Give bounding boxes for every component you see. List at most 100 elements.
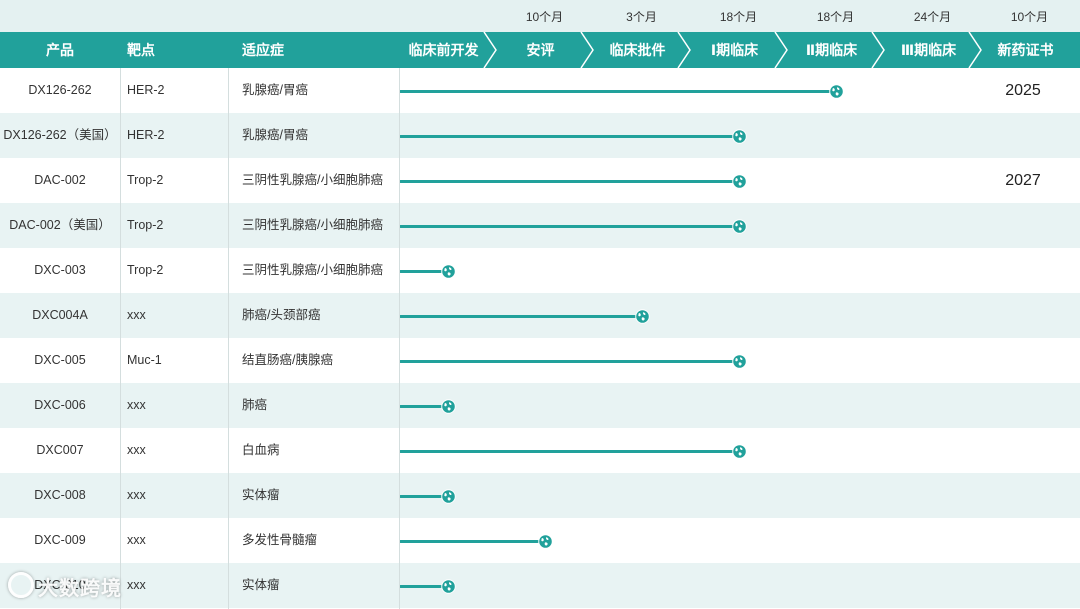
cell-approval-year: 2025 bbox=[1005, 82, 1041, 99]
header-phase-1: 安评 bbox=[526, 42, 555, 58]
phase-duration-6: 10个月 bbox=[1010, 10, 1049, 24]
cell-product: DAC-002 bbox=[34, 173, 86, 187]
cell-target: xxx bbox=[127, 533, 146, 547]
phase-duration-1: 10个月 bbox=[525, 10, 564, 24]
table-row: DXC-006 xxx 肺癌 bbox=[0, 383, 1080, 428]
phase-duration-3: 18个月 bbox=[719, 10, 758, 24]
cell-indication: 三阴性乳腺癌/小细胞肺癌 bbox=[242, 173, 383, 187]
progress-bar bbox=[399, 269, 442, 273]
table-row: DAC-002 Trop-2 三阴性乳腺癌/小细胞肺癌 2027 bbox=[0, 158, 1080, 203]
progress-bar bbox=[399, 449, 733, 453]
globe-icon bbox=[440, 488, 456, 504]
cell-approval-year: 2027 bbox=[1005, 172, 1041, 189]
globe-icon bbox=[731, 443, 747, 459]
cell-approval-year bbox=[1003, 293, 1043, 338]
cell-target: Muc-1 bbox=[127, 353, 162, 367]
cell-indication: 乳腺癌/胃癌 bbox=[242, 83, 308, 97]
cell-approval-year bbox=[1003, 563, 1043, 608]
phase-divider-2 bbox=[580, 32, 594, 68]
cell-product: DXC007 bbox=[36, 443, 84, 457]
header-phase-4: Ⅱ期临床 bbox=[805, 42, 858, 58]
header-phase-3: Ⅰ期临床 bbox=[710, 42, 759, 58]
cell-indication: 多发性骨髓瘤 bbox=[242, 533, 318, 547]
cell-target: xxx bbox=[127, 578, 146, 592]
cell-indication: 三阴性乳腺癌/小细胞肺癌 bbox=[242, 218, 383, 232]
progress-bar bbox=[399, 89, 830, 93]
globe-icon bbox=[731, 353, 747, 369]
cell-product: DX126-262（美国） bbox=[3, 128, 117, 142]
table-row: DXC-005 Muc-1 结直肠癌/胰腺癌 bbox=[0, 338, 1080, 383]
phase-divider-3 bbox=[677, 32, 691, 68]
cell-indication: 实体瘤 bbox=[242, 578, 280, 592]
globe-icon bbox=[440, 578, 456, 594]
globe-icon bbox=[731, 173, 747, 189]
progress-bar bbox=[399, 224, 733, 228]
globe-icon bbox=[731, 128, 747, 144]
cell-target: HER-2 bbox=[127, 83, 165, 97]
progress-bar bbox=[399, 404, 442, 408]
cell-product: DXC-003 bbox=[34, 263, 86, 277]
header-phase-2: 临床批件 bbox=[609, 42, 666, 58]
globe-icon bbox=[440, 263, 456, 279]
progress-bar bbox=[399, 314, 636, 318]
header-phase-0: 临床前开发 bbox=[408, 42, 479, 58]
cell-indication: 三阴性乳腺癌/小细胞肺癌 bbox=[242, 263, 383, 277]
cell-indication: 结直肠癌/胰腺癌 bbox=[242, 353, 333, 367]
cell-indication: 实体瘤 bbox=[242, 488, 280, 502]
column-divider bbox=[120, 68, 121, 609]
phase-duration-4: 18个月 bbox=[816, 10, 855, 24]
cell-target: xxx bbox=[127, 398, 146, 412]
cell-target: xxx bbox=[127, 443, 146, 457]
table-row: DXC-008 xxx 实体瘤 bbox=[0, 473, 1080, 518]
phase-divider-4 bbox=[774, 32, 788, 68]
table-row: DXC-010 xxx 实体瘤 bbox=[0, 563, 1080, 608]
cell-indication: 乳腺癌/胃癌 bbox=[242, 128, 308, 142]
cell-target: HER-2 bbox=[127, 128, 165, 142]
progress-bar bbox=[399, 179, 733, 183]
phase-divider-1 bbox=[483, 32, 497, 68]
phase-duration-row: 10个月 3个月 18个月 18个月 24个月 10个月 bbox=[0, 0, 1080, 32]
table-row: DXC-009 xxx 多发性骨髓瘤 bbox=[0, 518, 1080, 563]
logo-icon bbox=[8, 572, 34, 598]
cell-approval-year bbox=[1003, 113, 1043, 158]
watermark-text: 大数跨境 bbox=[38, 578, 122, 600]
table-row: DX126-262（美国） HER-2 乳腺癌/胃癌 bbox=[0, 113, 1080, 158]
table-row: DX126-262 HER-2 乳腺癌/胃癌 2025 bbox=[0, 68, 1080, 113]
header-phase-6: 新药证书 bbox=[997, 42, 1054, 58]
watermark: 大数跨境 bbox=[8, 572, 122, 601]
cell-target: xxx bbox=[127, 308, 146, 322]
progress-bar bbox=[399, 494, 442, 498]
table-row: DAC-002（美国） Trop-2 三阴性乳腺癌/小细胞肺癌 bbox=[0, 203, 1080, 248]
cell-indication: 肺癌/头颈部癌 bbox=[242, 308, 321, 322]
globe-icon bbox=[440, 398, 456, 414]
globe-icon bbox=[828, 83, 844, 99]
globe-icon bbox=[634, 308, 650, 324]
phase-divider-6 bbox=[968, 32, 982, 68]
cell-approval-year bbox=[1003, 383, 1043, 428]
globe-icon bbox=[537, 533, 553, 549]
column-divider bbox=[228, 68, 229, 609]
cell-target: Trop-2 bbox=[127, 218, 164, 232]
cell-approval-year bbox=[1003, 203, 1043, 248]
column-divider bbox=[399, 68, 400, 609]
cell-product: DXC-009 bbox=[34, 533, 86, 547]
cell-approval-year bbox=[1003, 428, 1043, 473]
cell-approval-year bbox=[1003, 473, 1043, 518]
progress-bar bbox=[399, 584, 442, 588]
progress-bar bbox=[399, 134, 733, 138]
cell-product: DXC-008 bbox=[34, 488, 86, 502]
cell-approval-year bbox=[1003, 248, 1043, 293]
cell-product: DAC-002（美国） bbox=[9, 218, 111, 232]
cell-indication: 白血病 bbox=[242, 443, 280, 457]
phase-duration-2: 3个月 bbox=[626, 10, 657, 24]
phase-duration-5: 24个月 bbox=[913, 10, 952, 24]
table-row: DXC-003 Trop-2 三阴性乳腺癌/小细胞肺癌 bbox=[0, 248, 1080, 293]
table-row: DXC004A xxx 肺癌/头颈部癌 bbox=[0, 293, 1080, 338]
progress-bar bbox=[399, 359, 733, 363]
progress-bar bbox=[399, 539, 539, 543]
globe-icon bbox=[731, 218, 747, 234]
cell-product: DXC004A bbox=[32, 308, 88, 322]
cell-product: DXC-005 bbox=[34, 353, 86, 367]
header-phase-5: Ⅲ期临床 bbox=[900, 42, 957, 58]
table-row: DXC007 xxx 白血病 bbox=[0, 428, 1080, 473]
